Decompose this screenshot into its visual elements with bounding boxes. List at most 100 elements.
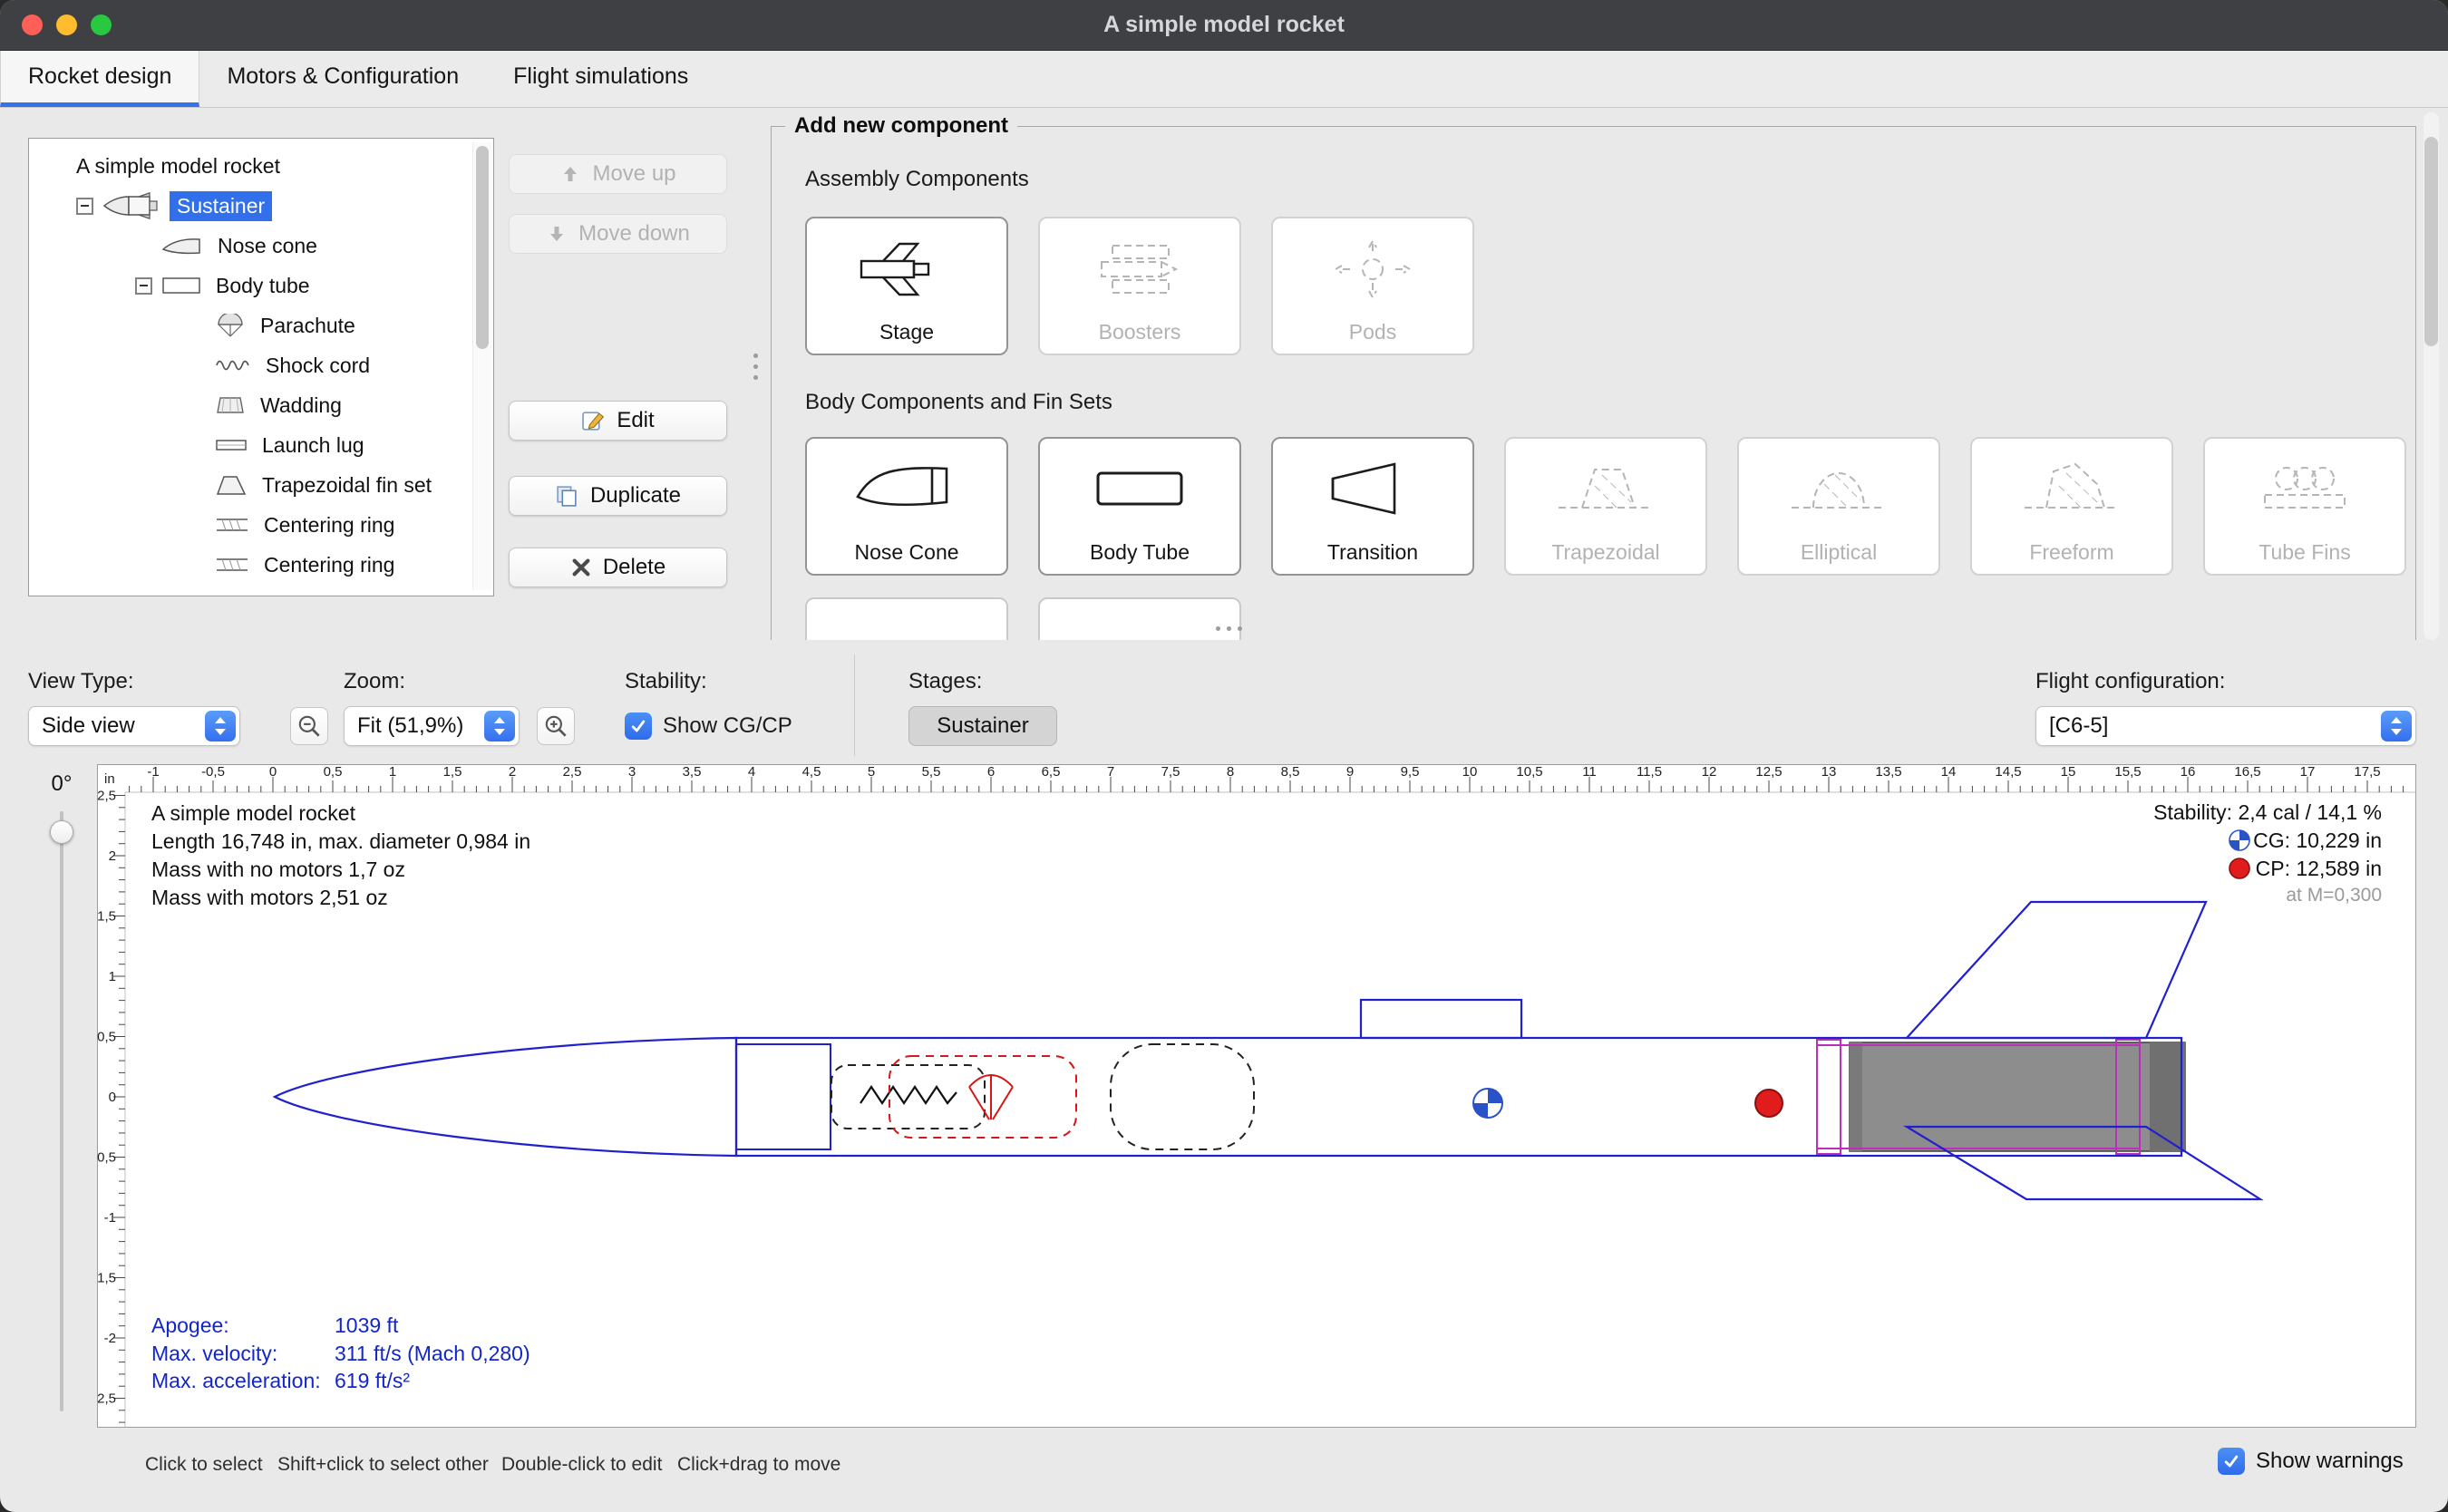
svg-text:7: 7 xyxy=(1107,764,1114,780)
stage-icon xyxy=(807,218,1006,320)
clipped-card[interactable] xyxy=(1038,597,1241,640)
minimize-button[interactable] xyxy=(56,15,77,35)
svg-text:4: 4 xyxy=(748,764,755,780)
flight-configuration-select[interactable]: [C6-5] xyxy=(2035,706,2416,746)
checkmark-icon xyxy=(2222,1452,2240,1470)
add-nose-cone-card[interactable]: Nose Cone xyxy=(805,437,1008,576)
zoom-in-button[interactable] xyxy=(537,707,575,745)
add-body-tube-card[interactable]: Body Tube xyxy=(1038,437,1241,576)
show-cgcp-checkbox-row: Show CG/CP xyxy=(625,712,792,740)
body-cards-row: Nose Cone Body Tube Transition Trapezoidal E… xyxy=(805,437,2406,576)
splitter-handle-horizontal[interactable] xyxy=(1216,626,1242,631)
tree-scrollbar[interactable] xyxy=(472,142,491,590)
add-transition-card[interactable]: Transition xyxy=(1271,437,1474,576)
show-warnings-label: Show warnings xyxy=(2256,1449,2404,1474)
card-label: Body Tube xyxy=(1090,540,1190,574)
title-bar: A simple model rocket xyxy=(0,0,2448,51)
motor-shape[interactable] xyxy=(1850,1042,2185,1151)
svg-text:2: 2 xyxy=(109,848,116,864)
tree-item-label: Sustainer xyxy=(170,191,272,221)
tree-item-launch-lug[interactable]: Launch lug xyxy=(29,425,493,465)
arrow-up-icon xyxy=(559,163,581,185)
stage-sustainer-toggle[interactable]: Sustainer xyxy=(908,706,1057,746)
cp-value-text: CP: 12,589 in xyxy=(2256,857,2382,880)
panel-scrollbar[interactable] xyxy=(2424,112,2439,640)
rotation-slider-knob[interactable] xyxy=(50,820,73,844)
panel-scrollbar-thumb[interactable] xyxy=(2424,137,2438,346)
zoom-out-button[interactable] xyxy=(290,707,328,745)
tree-scrollbar-thumb[interactable] xyxy=(476,146,489,349)
app-window: A simple model rocket Rocket design Moto… xyxy=(0,0,2448,1512)
centering-ring-icon xyxy=(215,515,249,535)
duplicate-button[interactable]: Duplicate xyxy=(509,476,727,516)
edit-button[interactable]: Edit xyxy=(509,401,727,441)
card-label: Trapezoidal xyxy=(1551,540,1659,574)
svg-text:0: 0 xyxy=(109,1090,116,1105)
shock-cord-icon xyxy=(215,355,251,375)
add-trapezoidal-card: Trapezoidal xyxy=(1504,437,1707,576)
splitter-handle-vertical[interactable] xyxy=(753,354,758,380)
collapse-icon[interactable] xyxy=(76,198,93,215)
show-cgcp-checkbox[interactable] xyxy=(625,712,652,740)
add-boosters-card: Boosters xyxy=(1038,217,1241,355)
add-elliptical-card: Elliptical xyxy=(1737,437,1940,576)
tree-item-body-tube[interactable]: Body tube xyxy=(29,266,493,305)
tree-item-label: Nose cone xyxy=(212,231,323,261)
delete-button[interactable]: Delete xyxy=(509,548,727,587)
tree-item-centering-ring[interactable]: Centering ring xyxy=(29,505,493,545)
show-warnings-checkbox[interactable] xyxy=(2218,1448,2245,1475)
move-up-button[interactable]: Move up xyxy=(509,154,727,194)
tree-item-wadding[interactable]: Wadding xyxy=(29,385,493,425)
svg-text:1: 1 xyxy=(109,969,116,984)
tree-item-trapezoidal-fin-set[interactable]: Trapezoidal fin set xyxy=(29,465,493,505)
zoom-in-icon xyxy=(542,712,569,740)
acceleration-label: Max. acceleration: xyxy=(151,1369,321,1392)
tube-fins-icon xyxy=(2205,439,2404,540)
tree-item-centering-ring[interactable]: Centering ring xyxy=(29,545,493,585)
body-tube-icon xyxy=(161,274,201,297)
tree-item-label: Centering ring xyxy=(258,510,400,540)
svg-text:1: 1 xyxy=(389,764,396,780)
cg-value-text: CG: 10,229 in xyxy=(2253,829,2382,852)
tab-rocket-design[interactable]: Rocket design xyxy=(0,51,199,107)
svg-text:13,5: 13,5 xyxy=(1875,764,1901,780)
tab-flight-simulations[interactable]: Flight simulations xyxy=(486,51,715,107)
tree-item-a-simple-model-rocket[interactable]: A simple model rocket xyxy=(29,146,493,186)
tree-item-shock-cord[interactable]: Shock cord xyxy=(29,345,493,385)
rocket-canvas[interactable]: in -1-0,500,511,522,533,544,555,566,577,… xyxy=(97,764,2416,1428)
svg-text:-1,5: -1,5 xyxy=(97,1271,116,1286)
cp-marker[interactable] xyxy=(1755,1090,1783,1117)
add-stage-card[interactable]: Stage xyxy=(805,217,1008,355)
assembly-cards-row: StageBoostersPods xyxy=(805,217,1474,355)
add-pods-card: Pods xyxy=(1271,217,1474,355)
body-tube-icon xyxy=(1040,439,1239,540)
close-button[interactable] xyxy=(22,15,43,35)
tree-item-label: A simple model rocket xyxy=(71,151,286,181)
svg-text:-0,5: -0,5 xyxy=(201,764,225,780)
pods-icon xyxy=(1273,218,1472,320)
svg-text:14: 14 xyxy=(1941,764,1957,780)
tree-item-parachute[interactable]: Parachute xyxy=(29,305,493,345)
view-type-select[interactable]: Side view xyxy=(28,706,240,746)
fullscreen-button[interactable] xyxy=(91,15,112,35)
component-tree-panel: A simple model rocket Sustainer Nose cone B… xyxy=(28,138,494,596)
parachute-icon xyxy=(215,314,246,338)
clipped-card[interactable] xyxy=(805,597,1008,640)
zoom-select[interactable]: Fit (51,9%) xyxy=(344,706,520,746)
tree-item-sustainer[interactable]: Sustainer xyxy=(29,186,493,226)
move-down-button[interactable]: Move down xyxy=(509,214,727,254)
tab-motors-configuration[interactable]: Motors & Configuration xyxy=(199,51,486,107)
cg-marker[interactable] xyxy=(1473,1089,1502,1118)
rotation-slider[interactable] xyxy=(60,811,63,1411)
collapse-icon[interactable] xyxy=(135,277,152,295)
svg-text:1,5: 1,5 xyxy=(443,764,462,780)
chevron-updown-icon xyxy=(2381,711,2412,741)
svg-text:-2,5: -2,5 xyxy=(97,1391,116,1407)
edit-pencil-icon xyxy=(581,409,606,433)
hint-shift-click: Shift+click to select other xyxy=(277,1454,489,1476)
tree-item-label: Launch lug xyxy=(257,431,370,460)
svg-text:2: 2 xyxy=(509,764,516,780)
tree-item-nose-cone[interactable]: Nose cone xyxy=(29,226,493,266)
centering-ring-icon xyxy=(215,555,249,575)
flight-configuration-label: Flight configuration: xyxy=(2035,669,2225,694)
